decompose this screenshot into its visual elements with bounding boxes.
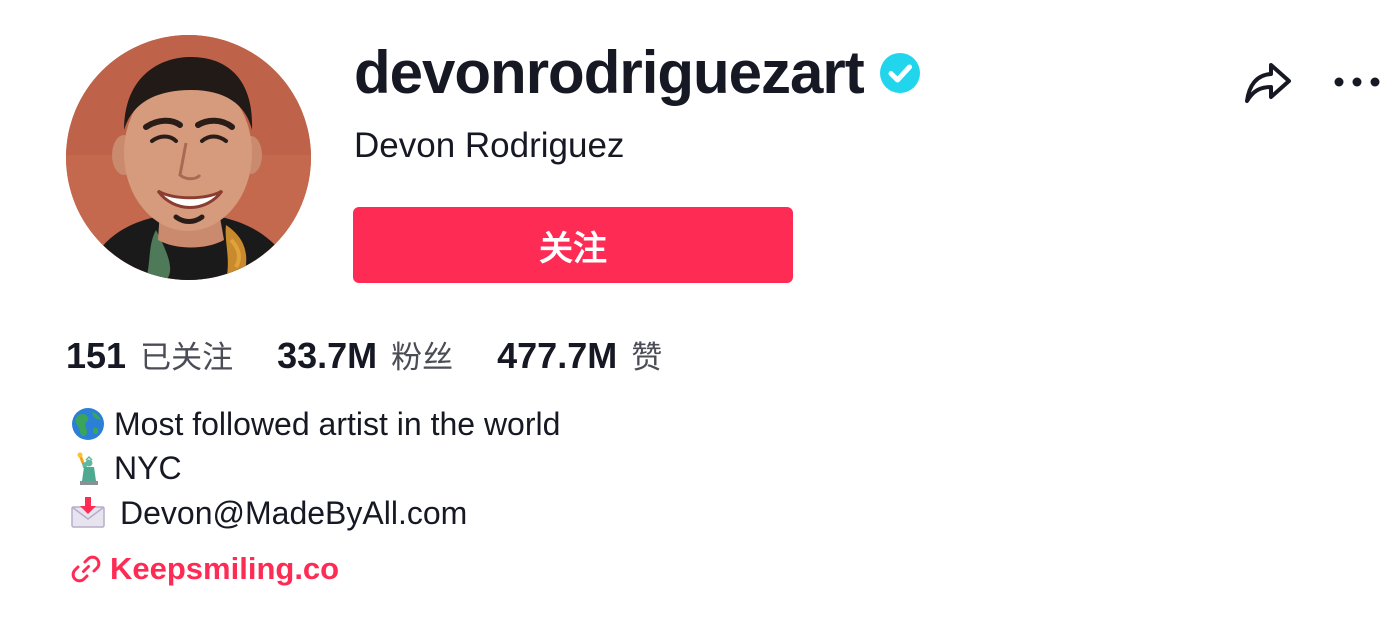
verified-badge-icon	[878, 51, 922, 95]
bio-line: Devon@MadeByAll.com	[70, 491, 560, 536]
likes-count: 477.7M	[497, 335, 618, 376]
globe-americas-icon	[70, 406, 106, 442]
following-count: 151	[66, 335, 127, 376]
bio-text: Most followed artist in the world	[114, 405, 561, 442]
stats-row: 151 已关注 33.7M 粉丝 477.7M 赞	[66, 332, 662, 377]
bio-text: Devon@MadeByAll.com	[120, 494, 468, 531]
stat-likes: 477.7M 赞	[497, 332, 662, 377]
display-name: Devon Rodriguez	[354, 126, 625, 165]
username: devonrodriguezart	[354, 39, 865, 106]
statue-of-liberty-icon	[70, 451, 106, 487]
more-icon	[1330, 62, 1384, 102]
bio-line: NYC	[70, 447, 560, 492]
avatar-image	[66, 35, 311, 280]
stat-followers[interactable]: 33.7M 粉丝	[277, 332, 453, 377]
bio: Most followed artist in the world NYC De…	[70, 402, 560, 536]
link-icon	[70, 553, 102, 585]
followers-count: 33.7M	[277, 335, 378, 376]
profile-link[interactable]: Keepsmiling.co	[70, 551, 339, 587]
bio-line: Most followed artist in the world	[70, 402, 560, 447]
share-icon	[1242, 56, 1296, 110]
followers-label: 粉丝	[391, 340, 454, 376]
avatar[interactable]	[66, 35, 311, 280]
envelope-with-arrow-icon	[70, 495, 106, 531]
following-label: 已关注	[140, 340, 234, 376]
stat-following[interactable]: 151 已关注	[66, 332, 233, 377]
profile-header: devonrodriguezart Devon Rodriguez 关注 151…	[0, 0, 1400, 626]
likes-label: 赞	[631, 340, 663, 376]
share-button[interactable]	[1242, 56, 1296, 110]
username-row: devonrodriguezart	[354, 32, 922, 114]
link-text: Keepsmiling.co	[110, 551, 340, 586]
bio-text: NYC	[114, 450, 182, 487]
more-options-button[interactable]	[1330, 62, 1384, 102]
follow-button[interactable]: 关注	[353, 207, 793, 283]
profile-info: devonrodriguezart Devon Rodriguez	[354, 32, 922, 163]
